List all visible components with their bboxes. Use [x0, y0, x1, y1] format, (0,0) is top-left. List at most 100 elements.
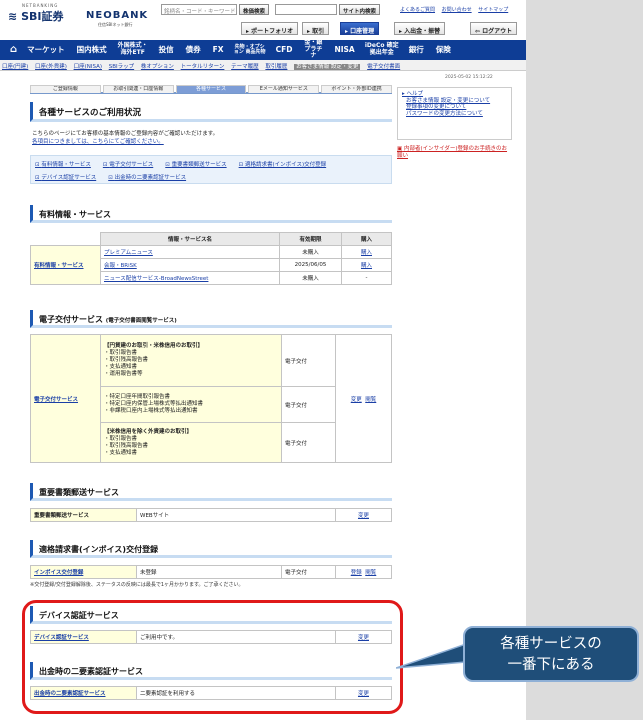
service-expiry: 未購入 — [279, 245, 342, 259]
top-links: よくあるご質問 お問い合わせ サイトマップ — [400, 6, 513, 13]
stock-search-input[interactable]: 銘柄名・コード・キーワード — [161, 4, 237, 15]
subnav-item-customer-info[interactable]: お客さま情報 設定・変更 — [294, 64, 361, 70]
edelivery-table: 電子交付サービス 【円貨建のお取引・米株信用のお取引】 ・取引報告書 ・取引残高… — [30, 334, 392, 463]
change-link[interactable]: 変更 — [358, 513, 369, 519]
section-title-edelivery: 電子交付サービス (電子交付書面閲覧サービス) — [30, 310, 392, 328]
invoice-label[interactable]: インボイス交付登録 — [34, 570, 83, 576]
column-header: 情報・サービス名 — [100, 232, 280, 246]
quick-link-device[interactable]: デバイス認証サービス — [35, 173, 96, 181]
sbi-logo[interactable]: ≋ SBI証券 — [8, 8, 63, 24]
tab-services[interactable]: 各種サービス — [175, 85, 247, 93]
document-list: ・取引報告書 ・取引残高報告書 ・支払通知書 — [104, 435, 149, 456]
page-title: 各種サービスのご利用状況 — [30, 102, 392, 122]
section-title-mail: 重要書類郵送サービス — [30, 483, 392, 501]
nav-domestic-stock[interactable]: 国内株式 — [71, 46, 113, 54]
site-search-input[interactable] — [275, 4, 337, 15]
home-icon[interactable]: ⌂ — [0, 45, 21, 55]
intro-text: こちらのページにてお客様の基本情報のご登録内容がご確認いただけます。 各項目につ… — [32, 130, 218, 146]
register-link[interactable]: 登録 — [351, 570, 362, 576]
nav-foreign-stock[interactable]: 外国株式・海外ETF — [113, 43, 153, 56]
main-nav: ⌂ マーケット 国内株式 外国株式・海外ETF 投信 債券 FX 先物・オプショ… — [0, 39, 526, 60]
subnav-item[interactable]: 口座(円建) — [2, 64, 28, 70]
tab-email[interactable]: Eメール通知サービス — [248, 85, 320, 93]
sbi-logo-icon: ≋ — [8, 10, 18, 23]
subnav-item[interactable]: 株オプション — [141, 64, 174, 70]
header: NETBANKING ≋ SBI証券 NEOBANK 住信SBIネット銀行 銘柄… — [0, 0, 526, 40]
nav-ideco[interactable]: iDeCo 確定拠出年金 — [361, 43, 403, 56]
trade-button[interactable]: ▸ 取引 — [302, 22, 330, 35]
tab-points[interactable]: ポイント・外部ID連携 — [321, 85, 392, 93]
insider-link[interactable]: ▣ 内部者(インサイダー)登録のお手続きのお願い — [397, 146, 512, 159]
view-link[interactable]: 閲覧 — [365, 397, 376, 403]
nav-gold[interactable]: 金・銀プラチナ — [298, 39, 328, 60]
subnav-item[interactable]: テーマ履歴 — [231, 64, 259, 70]
faq-link[interactable]: よくあるご質問 — [400, 7, 435, 13]
subnav-item[interactable]: 口座(外貨建) — [35, 64, 67, 70]
service-expiry: 未購入 — [279, 271, 342, 285]
insider-icon: ▣ — [397, 146, 403, 152]
nav-cfd[interactable]: CFD — [270, 46, 299, 54]
purchase-status: - — [341, 271, 392, 285]
quick-link-mail[interactable]: 重要書類郵送サービス — [165, 160, 227, 168]
view-link[interactable]: 閲覧 — [365, 570, 376, 576]
portfolio-button[interactable]: ▸ ポートフォリオ — [241, 22, 299, 35]
neobank-logo[interactable]: NEOBANK — [86, 10, 148, 21]
subnav-item[interactable]: トータルリターン — [181, 64, 225, 70]
tab-registered-info[interactable]: ご登録情報 — [30, 85, 101, 93]
subnav-item[interactable]: 電子交付書面 — [367, 64, 400, 70]
column-header: 購入 — [341, 232, 392, 246]
callout-line: 各種サービスの — [500, 636, 602, 652]
highlight-box — [22, 600, 403, 714]
quick-link-edelivery[interactable]: 電子交付サービス — [103, 160, 153, 168]
service-name-link[interactable]: 会報・BRiSK — [104, 263, 137, 269]
edelivery-label[interactable]: 電子交付サービス — [34, 397, 78, 403]
nav-insurance[interactable]: 保険 — [430, 46, 457, 54]
invoice-note: ※交付登録/交付登録解除後、ステータスの反映には最長で1ヶ月かかります。ご了承く… — [30, 582, 244, 588]
service-name-link[interactable]: プレミアムニュース — [104, 250, 153, 256]
group-heading: 【米株信用を除く外貨建のお取引】 — [104, 428, 193, 435]
quick-link-invoice[interactable]: 適格請求書(インボイス)交付登録 — [239, 160, 326, 168]
deposit-transfer-button[interactable]: ▸ 入出金・振替 — [394, 22, 446, 35]
account-management-button[interactable]: ▸ 口座管理 — [340, 22, 380, 35]
nav-nisa[interactable]: NISA — [328, 46, 360, 54]
contact-link[interactable]: お問い合わせ — [442, 7, 472, 13]
callout-line: 一番下にある — [507, 657, 595, 673]
logout-button[interactable]: ⇦ ログアウト — [470, 22, 518, 35]
subnav-item[interactable]: 口座(NISA) — [74, 64, 102, 70]
section-title-paid: 有料情報・サービス — [30, 205, 392, 223]
nav-fx[interactable]: FX — [207, 46, 230, 54]
logout-icon: ⇦ — [475, 28, 481, 35]
nav-bank[interactable]: 銀行 — [403, 46, 430, 54]
tab-bar: ご登録情報 お取引関連・口座情報 各種サービス Eメール通知サービス ポイント・… — [30, 85, 392, 94]
stock-search-button[interactable]: 株価検索 — [239, 4, 270, 15]
service-name-link[interactable]: ニュース配信サービス-BroadNewsStreet — [104, 276, 208, 282]
nav-bonds[interactable]: 債券 — [180, 46, 207, 54]
sitemap-link[interactable]: サイトマップ — [478, 7, 508, 13]
intro-line: こちらのページにてお客様の基本情報のご登録内容がご確認いただけます。 — [32, 131, 219, 137]
group-heading: 【円貨建のお取引・米株信用のお取引】 — [104, 343, 204, 349]
nav-funds[interactable]: 投信 — [153, 46, 180, 54]
paid-services-label[interactable]: 有料情報・サービス — [34, 263, 84, 269]
service-expiry: 2025/06/05 — [279, 258, 342, 272]
datestamp: 2025-05-02 15:12:22 — [445, 75, 493, 80]
purchase-link[interactable]: 購入 — [361, 250, 372, 256]
tab-trading-account[interactable]: お取引関連・口座情報 — [102, 85, 174, 93]
paid-services-table: 情報・サービス名 有効期限 購入 有料情報・サービス プレミアムニュース 未購入… — [30, 232, 392, 285]
quick-link-paid[interactable]: 有料情報・サービス — [35, 160, 91, 168]
nav-market[interactable]: マーケット — [21, 46, 71, 54]
intro-link[interactable]: 各項目につきましては、こちらにてご確認ください。 — [32, 138, 218, 146]
callout: 各種サービスの 一番下にある — [463, 626, 639, 682]
section-title-invoice: 適格請求書(インボイス)交付登録 — [30, 540, 392, 558]
quick-link-twofactor[interactable]: 出金時の二要素認証サービス — [108, 173, 187, 181]
purchase-link[interactable]: 購入 — [361, 263, 372, 269]
subnav-item[interactable]: SBIラップ — [109, 64, 134, 70]
help-item-link[interactable]: パスワードの変更方法について — [402, 111, 507, 118]
subnav-item[interactable]: 取引履歴 — [265, 64, 287, 70]
neobank-logo-sub: 住信SBIネット銀行 — [98, 22, 133, 27]
nav-futures[interactable]: 先物・オプション 商品先物 — [230, 44, 270, 56]
change-link[interactable]: 変更 — [351, 397, 362, 403]
document-list: ・特定口座年間取引報告書 ・特定口座内保管上場株式等払出通知書 ・非課税口座内上… — [100, 386, 282, 423]
site-search-button[interactable]: サイト内検索 — [339, 4, 381, 15]
callout-arrow-icon — [396, 643, 466, 669]
column-header: 有効期限 — [279, 232, 342, 246]
